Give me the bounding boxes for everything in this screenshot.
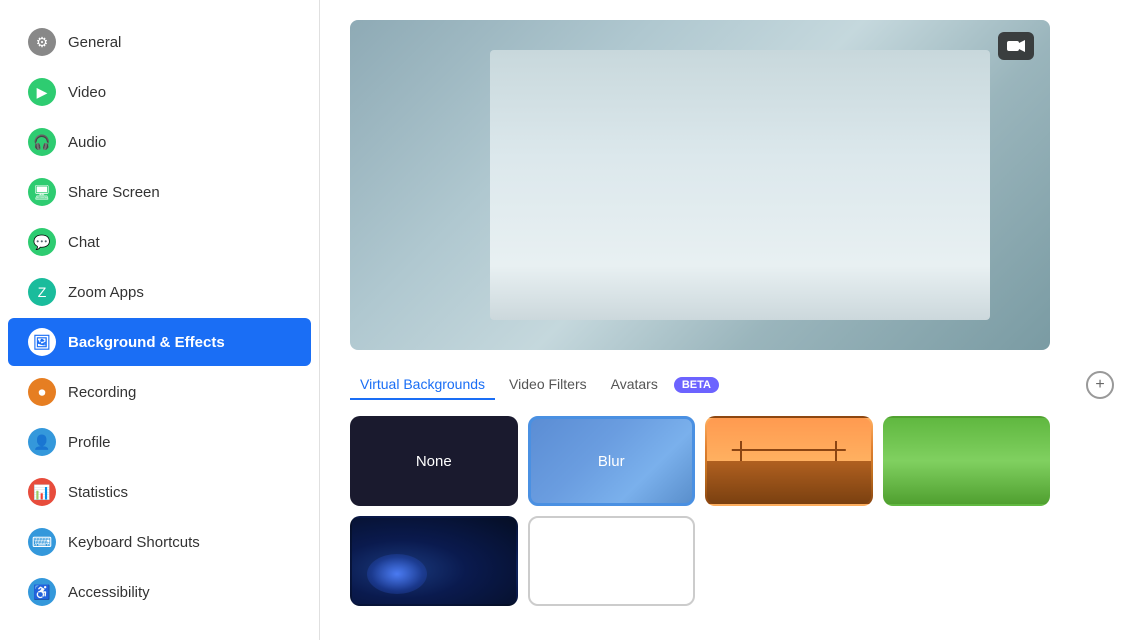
profile-icon: 👤: [28, 428, 56, 456]
sidebar-item-label-zoom-apps: Zoom Apps: [68, 284, 144, 301]
sidebar-item-video[interactable]: ▶ Video: [8, 68, 311, 116]
zoom-apps-icon: Z: [28, 278, 56, 306]
thumbnail-none[interactable]: None: [350, 416, 518, 506]
video-preview: [350, 20, 1050, 350]
sidebar-item-label-background-effects: Background & Effects: [68, 334, 225, 351]
add-background-button[interactable]: +: [1086, 371, 1114, 399]
share-screen-icon: 🖥: [28, 178, 56, 206]
sidebar-item-label-accessibility: Accessibility: [68, 584, 150, 601]
tab-avatars[interactable]: Avatars: [601, 370, 668, 400]
sidebar-item-background-effects[interactable]: 🖼 Background & Effects: [8, 318, 311, 366]
recording-icon: ⏺: [28, 378, 56, 406]
thumbnails-grid: None Blur: [350, 416, 1050, 606]
sidebar-item-general[interactable]: ⚙ General: [8, 18, 311, 66]
sidebar-item-label-video: Video: [68, 84, 106, 101]
sidebar-item-label-share-screen: Share Screen: [68, 184, 160, 201]
sidebar-item-accessibility[interactable]: ♿ Accessibility: [8, 568, 311, 616]
tab-video-filters[interactable]: Video Filters: [499, 370, 597, 400]
sidebar-item-label-recording: Recording: [68, 384, 136, 401]
sidebar: ⚙ General ▶ Video 🎧 Audio 🖥 Share Screen 💬 Chat ZZ…: [0, 0, 320, 640]
sidebar-item-zoom-apps[interactable]: Z Zoom Apps: [8, 268, 311, 316]
thumbnail-custom[interactable]: [528, 516, 696, 606]
sidebar-item-label-audio: Audio: [68, 134, 106, 151]
main-content: Virtual BackgroundsVideo FiltersAvatars B…: [320, 0, 1144, 640]
sidebar-item-recording[interactable]: ⏺ Recording: [8, 368, 311, 416]
sidebar-item-label-general: General: [68, 34, 121, 51]
sidebar-item-statistics[interactable]: 📊 Statistics: [8, 468, 311, 516]
chat-icon: 💬: [28, 228, 56, 256]
sidebar-item-audio[interactable]: 🎧 Audio: [8, 118, 311, 166]
sidebar-item-chat[interactable]: 💬 Chat: [8, 218, 311, 266]
sidebar-item-label-profile: Profile: [68, 434, 111, 451]
thumbnail-blur-label: Blur: [598, 453, 625, 470]
sidebar-item-label-keyboard-shortcuts: Keyboard Shortcuts: [68, 534, 200, 551]
tab-virtual-backgrounds[interactable]: Virtual Backgrounds: [350, 370, 495, 400]
background-effects-icon: 🖼: [28, 328, 56, 356]
sidebar-item-profile[interactable]: 👤 Profile: [8, 418, 311, 466]
video-preview-inner: [490, 50, 990, 320]
thumbnail-blur[interactable]: Blur: [528, 416, 696, 506]
keyboard-shortcuts-icon: ⌨: [28, 528, 56, 556]
thumbnail-none-label: None: [416, 453, 452, 470]
sidebar-item-keyboard-shortcuts[interactable]: ⌨ Keyboard Shortcuts: [8, 518, 311, 566]
audio-icon: 🎧: [28, 128, 56, 156]
beta-badge: BETA: [674, 377, 719, 393]
tabs-row: Virtual BackgroundsVideo FiltersAvatars B…: [350, 370, 1114, 400]
thumbnail-grass[interactable]: [883, 416, 1051, 506]
thumbnail-space[interactable]: [350, 516, 518, 606]
sidebar-item-share-screen[interactable]: 🖥 Share Screen: [8, 168, 311, 216]
sidebar-item-label-chat: Chat: [68, 234, 100, 251]
accessibility-icon: ♿: [28, 578, 56, 606]
statistics-icon: 📊: [28, 478, 56, 506]
thumbnail-bridge[interactable]: [705, 416, 873, 506]
camera-toggle-icon[interactable]: [998, 32, 1034, 60]
general-icon: ⚙: [28, 28, 56, 56]
sidebar-item-label-statistics: Statistics: [68, 484, 128, 501]
video-icon: ▶: [28, 78, 56, 106]
